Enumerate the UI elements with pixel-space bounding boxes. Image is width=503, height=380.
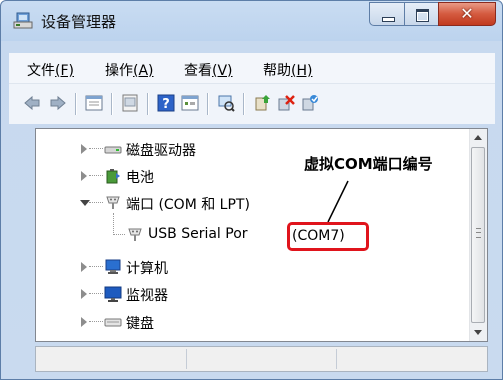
menu-file-key: (F) — [55, 63, 74, 79]
toolbar: ? — [9, 83, 495, 124]
tree-item-usb-serial-port[interactable]: USB Serial Por — [36, 223, 466, 247]
toolbar-separator — [243, 93, 245, 115]
tree-connector — [89, 266, 103, 267]
device-manager-icon — [13, 12, 33, 30]
tree-connector — [89, 202, 103, 203]
tree-item-label: 监视器 — [126, 288, 168, 304]
menu-file-label: 文件 — [27, 63, 55, 79]
menu-action-label: 操作 — [105, 63, 133, 79]
menu-file[interactable]: 文件(F) — [27, 60, 74, 80]
monitor-icon — [104, 285, 122, 303]
menu-help-key: (H) — [291, 63, 313, 79]
properties-list-icon[interactable] — [85, 94, 103, 112]
menu-view-label: 查看 — [184, 63, 212, 79]
close-icon: ✕ — [460, 4, 474, 23]
tree-item-computer[interactable]: 计算机 — [36, 255, 466, 279]
status-bar — [35, 346, 488, 372]
scroll-down-icon[interactable] — [474, 330, 482, 335]
expand-icon[interactable] — [81, 171, 87, 181]
disk-drive-icon — [104, 140, 122, 158]
tree-item-label: 磁盘驱动器 — [126, 143, 196, 159]
menu-action[interactable]: 操作(A) — [105, 60, 154, 80]
tree-item-keyboards[interactable]: 键盘 — [36, 310, 466, 334]
port-icon — [104, 194, 122, 212]
menu-view-key: (V) — [212, 63, 233, 79]
expand-icon[interactable] — [81, 262, 87, 272]
help-icon[interactable]: ? — [157, 94, 175, 112]
minimize-icon — [382, 17, 395, 22]
tree-connector — [89, 321, 103, 322]
back-icon[interactable] — [23, 94, 41, 112]
tree-item-label: 端口 (COM 和 LPT) — [126, 197, 250, 213]
tree-connector — [89, 148, 103, 149]
toolbar-separator — [111, 93, 113, 115]
tree-connector — [89, 175, 103, 176]
tree-item-label: 键盘 — [126, 316, 154, 332]
enable-device-icon[interactable] — [301, 94, 319, 112]
keyboard-icon — [104, 313, 122, 331]
menu-view[interactable]: 查看(V) — [184, 60, 233, 80]
serial-port-icon — [126, 226, 144, 244]
tree-item-label: USB Serial Por — [148, 226, 248, 242]
view-icon[interactable] — [181, 94, 199, 112]
expand-icon[interactable] — [81, 289, 87, 299]
update-driver-icon[interactable] — [253, 94, 271, 112]
tree-connector — [89, 293, 103, 294]
status-divider — [336, 349, 337, 369]
menu-help[interactable]: 帮助(H) — [263, 60, 312, 80]
tree-connector — [113, 234, 125, 235]
menu-bar: 文件(F) 操作(A) 查看(V) 帮助(H) — [9, 53, 495, 83]
grip-icon — [476, 228, 481, 238]
scroll-up-icon[interactable] — [474, 135, 482, 140]
minimize-button[interactable] — [369, 2, 405, 26]
maximize-button[interactable] — [404, 2, 439, 26]
toolbar-separator — [207, 93, 209, 115]
maximize-icon — [416, 9, 429, 22]
collapse-icon[interactable] — [80, 200, 90, 206]
annotation-label: 虚拟COM端口编号 — [304, 155, 433, 173]
device-manager-window: 设备管理器 ✕ 文件(F) 操作(A) 查看(V) 帮助(H) ? 磁盘驱动器 … — [0, 0, 503, 380]
svg-text:?: ? — [162, 97, 170, 112]
close-button[interactable]: ✕ — [438, 2, 496, 26]
tree-item-monitors[interactable]: 监视器 — [36, 282, 466, 306]
com-port-number: (COM7) — [292, 228, 345, 244]
menu-help-label: 帮助 — [263, 63, 291, 79]
vertical-scrollbar[interactable] — [469, 129, 487, 341]
tree-item-label: 计算机 — [126, 261, 168, 277]
expand-icon[interactable] — [81, 317, 87, 327]
status-divider — [186, 349, 187, 369]
scrollbar-thumb[interactable] — [471, 147, 485, 323]
menu-action-key: (A) — [133, 63, 154, 79]
toolbar-separator — [75, 93, 77, 115]
tree-item-label: 电池 — [126, 170, 154, 186]
forward-icon[interactable] — [49, 94, 67, 112]
computer-icon — [104, 258, 122, 276]
device-icon[interactable] — [121, 94, 139, 112]
toolbar-separator — [147, 93, 149, 115]
title-bar[interactable]: 设备管理器 ✕ — [1, 1, 502, 41]
uninstall-icon[interactable] — [277, 94, 295, 112]
battery-icon — [104, 167, 122, 185]
window-title: 设备管理器 — [41, 13, 117, 31]
scan-hardware-icon[interactable] — [217, 94, 235, 112]
expand-icon[interactable] — [81, 144, 87, 154]
tree-item-ports[interactable]: 端口 (COM 和 LPT) — [36, 191, 466, 215]
